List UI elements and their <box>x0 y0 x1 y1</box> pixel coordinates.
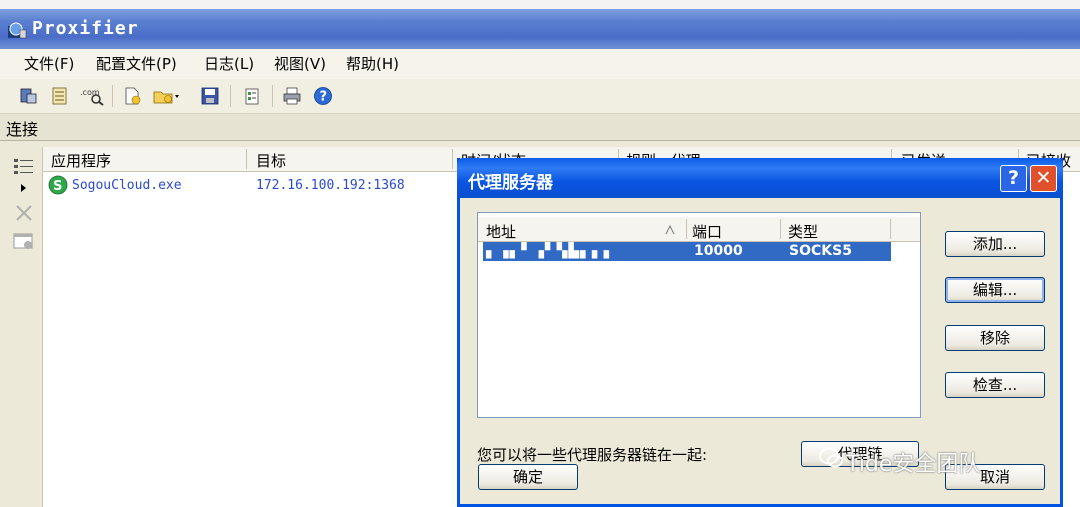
watermark-text: Tide安全团队 <box>846 452 981 477</box>
column-divider[interactable] <box>452 149 453 169</box>
connection-app-name[interactable]: SogouCloud.exe <box>72 178 182 193</box>
close-button[interactable]: ✕ <box>1030 165 1057 192</box>
chain-hint-text: 您可以将一些代理服务器链在一起: <box>477 446 708 464</box>
help-button[interactable]: ? <box>1000 165 1027 192</box>
new-profile-icon[interactable] <box>122 86 142 106</box>
menu-file[interactable]: 文件(F) <box>24 53 74 74</box>
rules-icon[interactable] <box>50 86 70 106</box>
toolbar-separator <box>272 85 273 107</box>
column-application[interactable]: 应用程序 <box>51 150 111 171</box>
column-divider[interactable] <box>686 219 687 239</box>
toolbar-separator <box>230 85 231 107</box>
name-resolution-icon[interactable]: .com <box>80 86 104 106</box>
open-profile-icon[interactable] <box>152 86 180 106</box>
connections-title: 连接 <box>6 120 39 139</box>
options-icon[interactable] <box>242 86 262 106</box>
menu-bar: 文件(F) 配置文件(P) 日志(L) 视图(V) 帮助(H) <box>0 49 1080 79</box>
column-divider[interactable] <box>780 219 781 239</box>
row-pointer-icon <box>21 184 26 192</box>
menu-log[interactable]: 日志(L) <box>204 53 254 74</box>
proxy-address: ▖▗▖▘▗▘▚▙▖▖▖ <box>486 243 616 259</box>
wechat-icon <box>819 447 843 468</box>
column-divider[interactable] <box>890 219 891 239</box>
add-button[interactable]: 添加... <box>945 231 1045 257</box>
column-port[interactable]: 端口 <box>692 221 722 242</box>
menu-help[interactable]: 帮助(H) <box>346 53 399 74</box>
edit-button[interactable]: 编辑... <box>945 277 1045 303</box>
connections-header <box>0 114 1080 141</box>
menu-profile[interactable]: 配置文件(P) <box>96 53 177 74</box>
column-address[interactable]: 地址 <box>486 221 516 242</box>
proxy-port: 10000 <box>694 243 743 259</box>
ok-button[interactable]: 确定 <box>478 464 578 490</box>
menu-view[interactable]: 视图(V) <box>274 53 326 74</box>
svg-text:?: ? <box>320 90 328 105</box>
window-titlebar[interactable] <box>0 9 1080 49</box>
dialog-title: 代理服务器 <box>468 173 553 193</box>
sort-ascending-icon <box>665 224 675 235</box>
toolbar: .com ? <box>0 79 1080 114</box>
background-strip <box>0 0 1080 9</box>
check-button[interactable]: 检查... <box>945 372 1045 398</box>
list-view-icon[interactable] <box>13 157 35 175</box>
save-profile-icon[interactable] <box>200 86 220 106</box>
toolbar-separator <box>112 85 113 107</box>
sogou-app-icon: S <box>48 175 68 195</box>
proxy-servers-icon[interactable] <box>18 86 38 106</box>
close-connection-icon[interactable] <box>14 203 34 223</box>
column-type[interactable]: 类型 <box>788 221 818 242</box>
proxy-type: SOCKS5 <box>789 243 852 259</box>
print-icon[interactable] <box>282 86 302 106</box>
remove-button[interactable]: 移除 <box>945 325 1045 351</box>
window-title: Proxifier <box>32 18 139 39</box>
svg-text:S: S <box>53 179 62 194</box>
side-gutter <box>0 147 43 507</box>
new-window-icon[interactable] <box>13 233 35 251</box>
help-icon[interactable]: ? <box>313 86 333 106</box>
connection-target[interactable]: 172.16.100.192:1368 <box>256 178 405 193</box>
column-divider[interactable] <box>246 149 247 169</box>
proxifier-app-icon <box>8 22 27 39</box>
column-target[interactable]: 目标 <box>256 150 286 171</box>
